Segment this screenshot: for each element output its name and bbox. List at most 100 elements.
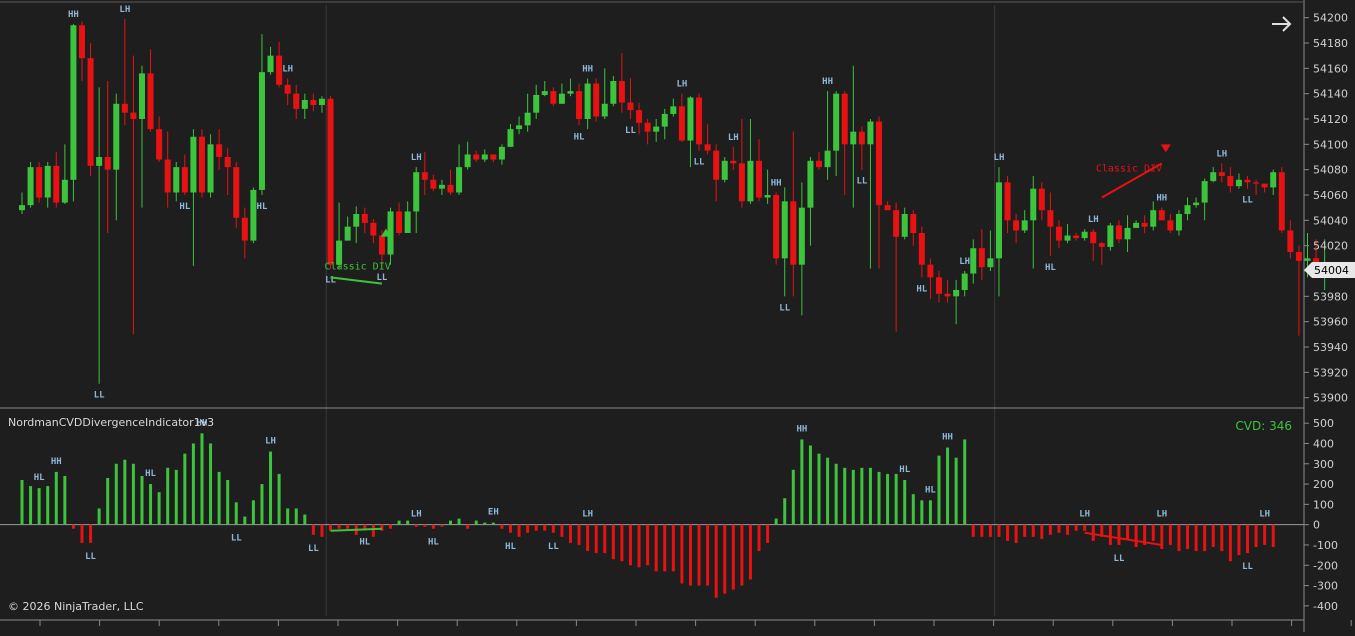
cvd-bar[interactable] — [851, 469, 855, 525]
cvd-bar[interactable] — [123, 459, 127, 525]
cvd-bar[interactable] — [1271, 524, 1275, 547]
candle[interactable] — [327, 96, 334, 269]
cvd-bar[interactable] — [106, 477, 110, 525]
cvd-bar[interactable] — [1126, 524, 1130, 539]
cvd-bar[interactable] — [843, 467, 847, 525]
cvd-bar[interactable] — [457, 518, 461, 525]
cvd-bar[interactable] — [303, 514, 307, 525]
cvd-bar[interactable] — [1108, 524, 1112, 545]
cvd-bar[interactable] — [1263, 524, 1267, 545]
cvd-bar[interactable] — [517, 524, 521, 537]
candle[interactable] — [1278, 167, 1285, 233]
cvd-bar[interactable] — [886, 473, 890, 525]
cvd-bar[interactable] — [1083, 524, 1087, 531]
cvd-bar[interactable] — [774, 518, 778, 525]
cvd-bar[interactable] — [586, 524, 590, 552]
cvd-bar[interactable] — [371, 524, 375, 537]
cvd-bar[interactable] — [217, 471, 221, 525]
candle[interactable] — [593, 78, 600, 122]
cvd-bar[interactable] — [783, 498, 787, 525]
cvd-bar[interactable] — [483, 522, 487, 525]
cvd-bar[interactable] — [54, 471, 58, 525]
cvd-bar[interactable] — [791, 469, 795, 525]
cvd-bar[interactable] — [980, 524, 984, 537]
chart-canvas[interactable]: HH LL LH HL HL LH LL LL LH HH HL LL LH LL LH HH LL HH LL HL… — [0, 0, 1355, 632]
cvd-bar[interactable] — [568, 524, 572, 543]
cvd-bar[interactable] — [20, 480, 24, 525]
cvd-bar[interactable] — [1177, 524, 1181, 552]
cvd-bar[interactable] — [149, 484, 153, 525]
cvd-bar[interactable] — [414, 524, 418, 527]
cvd-bar[interactable] — [466, 524, 470, 529]
cvd-bar[interactable] — [911, 494, 915, 525]
cvd-bar[interactable] — [37, 488, 41, 525]
cvd-bar[interactable] — [688, 524, 692, 586]
cvd-bar[interactable] — [46, 486, 50, 525]
cvd-bar[interactable] — [594, 524, 598, 554]
cvd-bar[interactable] — [1134, 524, 1138, 547]
candle[interactable] — [36, 162, 43, 203]
cvd-bar[interactable] — [731, 524, 735, 590]
cvd-bar[interactable] — [963, 439, 967, 525]
cvd-bar[interactable] — [628, 524, 632, 566]
cvd-bar[interactable] — [877, 471, 881, 525]
cvd-bar[interactable] — [423, 524, 427, 527]
cvd-bar[interactable] — [1228, 524, 1232, 562]
cvd-bar[interactable] — [114, 463, 118, 525]
cvd-bar[interactable] — [1186, 524, 1190, 550]
cvd-bar[interactable] — [294, 508, 298, 525]
cvd-bar[interactable] — [654, 524, 658, 572]
cvd-bar[interactable] — [834, 463, 838, 525]
candle[interactable] — [721, 157, 728, 183]
cvd-bar[interactable] — [808, 445, 812, 525]
cvd-bar[interactable] — [971, 524, 975, 537]
cvd-bar[interactable] — [723, 524, 727, 594]
cvd-bar[interactable] — [671, 524, 675, 572]
cvd-bar[interactable] — [260, 484, 264, 525]
cvd-bar[interactable] — [1074, 524, 1078, 531]
cvd-bar[interactable] — [946, 447, 950, 525]
cvd-bar[interactable] — [397, 520, 401, 525]
cvd-bar[interactable] — [183, 453, 187, 525]
cvd-bar[interactable] — [611, 524, 615, 560]
cvd-bar[interactable] — [166, 467, 170, 525]
cvd-bar[interactable] — [577, 524, 581, 545]
candle[interactable] — [70, 24, 77, 202]
cvd-bar[interactable] — [380, 524, 384, 531]
cvd-bar[interactable] — [234, 502, 238, 525]
cvd-bar[interactable] — [440, 524, 444, 527]
cvd-bar[interactable] — [663, 524, 667, 572]
cvd-bar[interactable] — [1254, 524, 1258, 547]
cvd-bar[interactable] — [1014, 524, 1018, 543]
cvd-bar[interactable] — [894, 473, 898, 525]
cvd-bar[interactable] — [389, 524, 393, 529]
cvd-bar[interactable] — [337, 524, 341, 529]
cvd-bar[interactable] — [311, 524, 315, 535]
cvd-bar[interactable] — [543, 524, 547, 531]
cvd-bar[interactable] — [1091, 524, 1095, 541]
cvd-bar[interactable] — [826, 457, 830, 525]
cvd-bar[interactable] — [937, 455, 941, 525]
cvd-bar[interactable] — [200, 433, 204, 525]
cvd-bar[interactable] — [346, 524, 350, 529]
cvd-bar[interactable] — [80, 524, 84, 543]
candle[interactable] — [198, 129, 205, 198]
cvd-bar[interactable] — [157, 492, 161, 525]
cvd-bar[interactable] — [286, 508, 290, 525]
cvd-bar[interactable] — [988, 524, 992, 537]
cvd-bar[interactable] — [508, 524, 512, 533]
cvd-bar[interactable] — [474, 520, 478, 525]
cvd-bar[interactable] — [903, 480, 907, 525]
cvd-bar[interactable] — [1023, 524, 1027, 537]
cvd-bar[interactable] — [243, 516, 247, 525]
candle[interactable] — [696, 93, 703, 151]
cvd-bar[interactable] — [920, 500, 924, 525]
cvd-bar[interactable] — [1006, 524, 1010, 541]
cvd-bar[interactable] — [526, 524, 530, 533]
cvd-bar[interactable] — [29, 486, 33, 525]
cvd-bar[interactable] — [174, 469, 178, 525]
cvd-bar[interactable] — [1220, 524, 1224, 552]
cvd-bar[interactable] — [491, 522, 495, 525]
cvd-bar[interactable] — [817, 453, 821, 525]
cvd-bar[interactable] — [1211, 524, 1215, 547]
